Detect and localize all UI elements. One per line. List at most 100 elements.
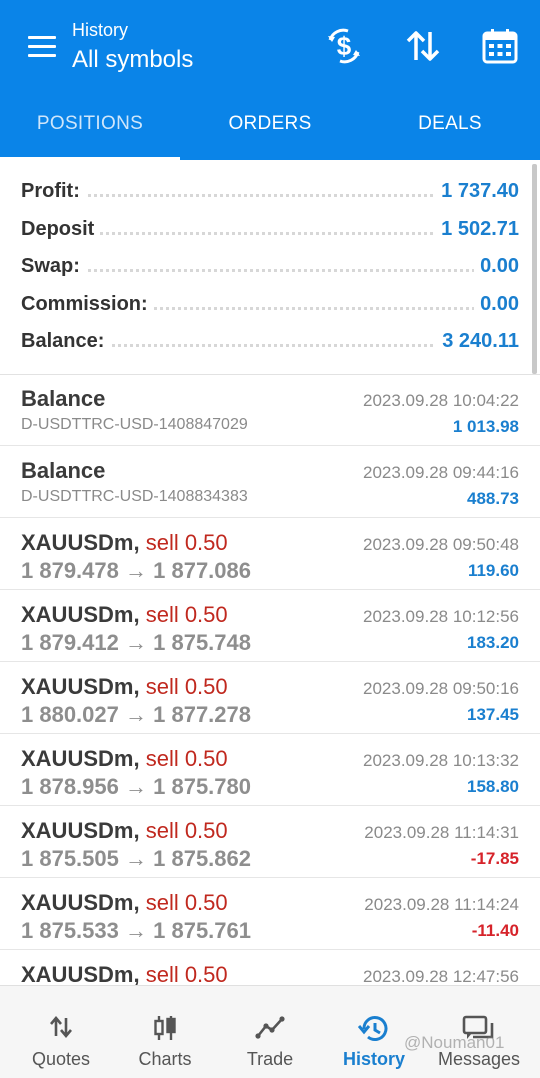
app-bar: History All symbols $ [0, 0, 540, 88]
row-profit: 1 013.98 [452, 417, 519, 436]
row-title: XAUUSDm, sell 0.50 [21, 530, 228, 556]
row-time: 2023.09.28 10:12:56 [363, 607, 519, 626]
close-price: 1 877.086 [153, 558, 251, 583]
row-profit: 119.60 [467, 561, 519, 580]
list-item[interactable]: XAUUSDm, sell 0.50 1 879.412 → 1 875.748… [0, 590, 540, 662]
sort-icon[interactable] [403, 26, 443, 66]
row-time: 2023.09.28 10:13:32 [363, 751, 519, 770]
svg-text:$: $ [337, 31, 352, 61]
row-side: sell 0.50 [145, 674, 228, 699]
row-prices: 1 875.533 → 1 875.761 [21, 918, 251, 944]
row-side: sell 0.50 [145, 530, 228, 555]
row-side: sell 0.50 [145, 818, 228, 843]
row-symbol: XAUUSDm, [21, 962, 140, 987]
row-symbol: XAUUSDm, [21, 602, 140, 627]
close-price: 1 875.748 [153, 630, 251, 655]
history-tabs: POSITIONS ORDERS DEALS [0, 88, 540, 160]
tab-positions[interactable]: POSITIONS [0, 88, 180, 160]
row-profit: 158.80 [467, 777, 519, 796]
tab-deals[interactable]: DEALS [360, 88, 540, 160]
summary-label: Deposit [21, 218, 101, 241]
row-profit: 137.45 [467, 705, 519, 724]
arrow-right-icon: → [125, 846, 147, 871]
summary-row-balance: Balance: 3 240.11 [21, 324, 519, 360]
dotted-leader [21, 269, 519, 272]
list-item[interactable]: XAUUSDm, sell 0.50 1 880.027 → 1 877.278… [0, 662, 540, 734]
watermark-text: @Nouman01 [404, 1033, 505, 1052]
header-subtitle: History [72, 20, 129, 40]
row-profit: 183.20 [467, 633, 519, 652]
row-time: 2023.09.28 09:44:16 [363, 463, 519, 482]
row-symbol: XAUUSDm, [21, 746, 140, 771]
summary-row-swap: Swap: 0.00 [21, 249, 519, 285]
nav-quotes[interactable]: Quotes [7, 986, 115, 1078]
row-time: 2023.09.28 09:50:16 [363, 679, 519, 698]
summary-row-profit: Profit: 1 737.40 [21, 174, 519, 210]
close-price: 1 875.862 [153, 846, 251, 871]
list-item[interactable]: XAUUSDm, sell 0.50 1 878.956 → 1 875.780… [0, 734, 540, 806]
nav-trade[interactable]: Trade [216, 986, 324, 1078]
summary-label: Balance: [21, 330, 111, 353]
row-profit: -11.40 [471, 921, 519, 940]
list-item[interactable]: XAUUSDm, sell 0.50 1 879.478 → 1 877.086… [0, 518, 540, 590]
hamburger-menu-icon[interactable] [28, 36, 56, 58]
summary-row-deposit: Deposit 1 502.71 [21, 212, 519, 248]
row-prices: 1 880.027 → 1 877.278 [21, 702, 251, 728]
summary-label: Swap: [21, 255, 86, 278]
row-title: Balance [21, 386, 106, 411]
row-symbol: XAUUSDm, [21, 530, 140, 555]
summary-label: Profit: [21, 180, 86, 203]
close-price: 1 875.780 [153, 774, 251, 799]
row-symbol: XAUUSDm, [21, 674, 140, 699]
arrow-right-icon: → [125, 558, 147, 583]
nav-label: Charts [138, 1049, 192, 1069]
history-list: Balance D-USDTTRC-USD-1408847029 2023.09… [0, 374, 540, 1022]
row-side: sell 0.50 [145, 962, 228, 987]
row-title: XAUUSDm, sell 0.50 [21, 602, 228, 628]
row-title: XAUUSDm, sell 0.50 [21, 674, 228, 700]
row-prices: 1 875.505 → 1 875.862 [21, 846, 251, 872]
nav-messages[interactable]: Messages [425, 986, 533, 1078]
summary-value: 0.00 [474, 255, 519, 278]
row-time: 2023.09.28 09:50:48 [363, 535, 519, 554]
open-price: 1 879.478 [21, 558, 119, 583]
arrow-right-icon: → [125, 630, 147, 655]
open-price: 1 875.505 [21, 846, 119, 871]
tab-orders[interactable]: ORDERS [180, 88, 360, 160]
nav-history[interactable]: History [320, 986, 428, 1078]
list-item[interactable]: XAUUSDm, sell 0.50 1 875.533 → 1 875.761… [0, 878, 540, 950]
summary-row-commission: Commission: 0.00 [21, 287, 519, 323]
scrollbar[interactable] [532, 164, 537, 374]
summary-value: 3 240.11 [436, 330, 519, 353]
summary-value: 1 737.40 [435, 180, 519, 203]
row-comment: D-USDTTRC-USD-1408847029 [21, 416, 248, 433]
open-price: 1 875.533 [21, 918, 119, 943]
quotes-icon [48, 1014, 74, 1045]
row-title: XAUUSDm, sell 0.50 [21, 890, 228, 916]
row-symbol: XAUUSDm, [21, 818, 140, 843]
list-item[interactable]: XAUUSDm, sell 0.50 1 875.505 → 1 875.862… [0, 806, 540, 878]
row-title: XAUUSDm, sell 0.50 [21, 746, 228, 772]
row-comment: D-USDTTRC-USD-1408834383 [21, 488, 248, 505]
calendar-icon[interactable] [480, 26, 520, 66]
row-side: sell 0.50 [145, 890, 228, 915]
row-title: Balance [21, 458, 106, 483]
list-item[interactable]: Balance D-USDTTRC-USD-1408834383 2023.09… [0, 446, 540, 518]
currency-exchange-icon[interactable]: $ [324, 26, 364, 66]
close-price: 1 875.761 [153, 918, 251, 943]
arrow-right-icon: → [125, 918, 147, 943]
symbol-filter-title[interactable]: All symbols [72, 46, 193, 74]
row-title: XAUUSDm, sell 0.50 [21, 818, 228, 844]
arrow-right-icon: → [125, 702, 147, 727]
row-profit: 488.73 [467, 489, 519, 508]
nav-charts[interactable]: Charts [111, 986, 219, 1078]
close-price: 1 877.278 [153, 702, 251, 727]
open-price: 1 879.412 [21, 630, 119, 655]
row-profit: -17.85 [470, 849, 519, 868]
summary-label: Commission: [21, 293, 154, 316]
row-prices: 1 879.478 → 1 877.086 [21, 558, 251, 584]
account-summary: Profit: 1 737.40 Deposit 1 502.71 Swap: … [0, 160, 540, 375]
trade-icon [255, 1014, 285, 1045]
list-item[interactable]: Balance D-USDTTRC-USD-1408847029 2023.09… [0, 374, 540, 446]
row-prices: 1 879.412 → 1 875.748 [21, 630, 251, 656]
